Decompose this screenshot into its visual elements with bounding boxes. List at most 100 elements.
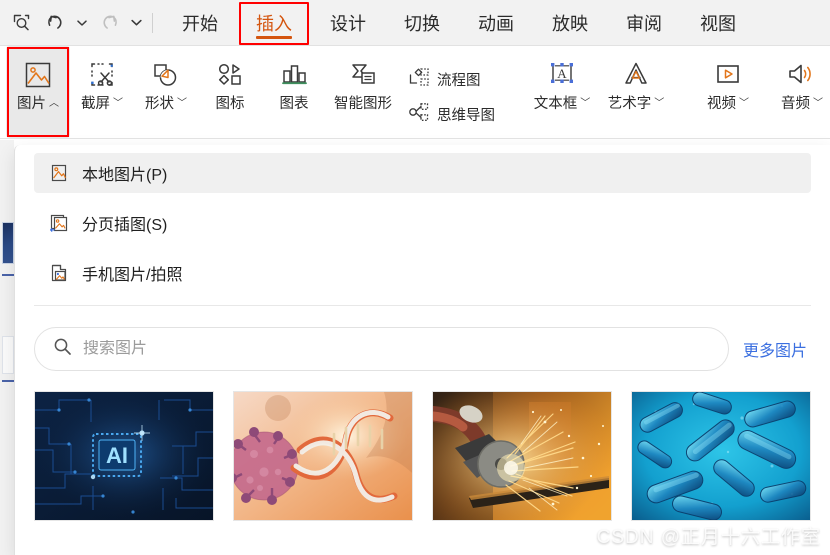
tab-label: 放映 — [552, 13, 588, 34]
quick-access-toolbar — [0, 6, 163, 40]
ribbon-button-audio[interactable]: 音频 ﹀ — [765, 46, 830, 138]
slide-divider-1 — [2, 274, 14, 276]
video-icon — [710, 55, 746, 97]
chart-icon — [277, 55, 311, 97]
ribbon-tabs: 开始 插入 设计 切换 动画 放映 审阅 视图 — [163, 0, 755, 46]
paged-picture-icon — [48, 212, 70, 234]
picture-dropdown-panel: 本地图片(P) 分页插图(S) 手机图片/拍照 搜索图片 更多图片 AI CSD… — [14, 145, 830, 555]
ribbon-button-screenshot[interactable]: 截屏 ﹀ — [70, 46, 134, 138]
tab-start[interactable]: 开始 — [163, 0, 237, 46]
picture-menu: 本地图片(P) 分页插图(S) 手机图片/拍照 — [15, 145, 830, 293]
menu-item-label: 分页插图(S) — [82, 217, 168, 234]
tab-transition[interactable]: 切换 — [385, 0, 459, 46]
shapes-icon — [149, 55, 183, 97]
tab-view[interactable]: 视图 — [681, 0, 755, 46]
ribbon-group-illustrations: 图片 ︿ 截屏 ﹀ 形状 ﹀ 图标 图表 智能图形 流程图 思维导图 — [6, 46, 507, 138]
thumbnail-gallery: AI — [15, 371, 830, 521]
ribbon-group-text: A 文本框 ﹀ 艺术字 ﹀ — [525, 46, 673, 138]
ribbon-button-label: 音频 ﹀ — [781, 96, 823, 112]
menu-item-label: 手机图片/拍照 — [82, 267, 183, 284]
chevron-down-icon: ﹀ — [113, 98, 123, 110]
ribbon-button-chart[interactable]: 图表 — [262, 46, 326, 138]
tab-active-underline — [256, 35, 292, 39]
tab-label: 开始 — [182, 13, 218, 34]
phone-picture-icon — [48, 262, 70, 284]
ribbon-button-label: 图表 — [279, 96, 309, 112]
thumbnail-dna-virus[interactable] — [233, 391, 413, 521]
chevron-down-icon: ﹀ — [177, 98, 187, 110]
picture-icon — [21, 55, 55, 97]
menu-item-paged-picture[interactable]: 分页插图(S) — [34, 203, 811, 243]
svg-text:AI: AI — [106, 443, 128, 468]
smartart-icon — [345, 55, 381, 97]
ribbon-button-flowchart[interactable]: 流程图 — [404, 62, 503, 97]
screenshot-icon — [85, 55, 119, 97]
ribbon-button-label: 图标 — [215, 96, 245, 112]
ribbon-button-label: 形状 ﹀ — [145, 96, 187, 112]
tab-label: 动画 — [478, 13, 514, 34]
chevron-down-icon: ﹀ — [739, 98, 749, 110]
more-images-link[interactable]: 更多图片 — [743, 337, 811, 361]
menu-item-local-picture[interactable]: 本地图片(P) — [34, 153, 811, 193]
slide-thumbnail-light — [2, 336, 14, 374]
ribbon-button-label: 图片 ︿ — [17, 96, 59, 112]
thumbnail-grinding-sparks[interactable] — [432, 391, 612, 521]
ribbon-button-shapes[interactable]: 形状 ﹀ — [134, 46, 198, 138]
search-box[interactable] — [34, 327, 729, 371]
slide-thumbnail-panel-sliver — [0, 140, 14, 555]
ribbon-button-label: 文本框 ﹀ — [533, 96, 591, 112]
tab-review[interactable]: 审阅 — [607, 0, 681, 46]
ribbon-button-video[interactable]: 视频 ﹀ — [691, 46, 765, 138]
menu-item-label: 本地图片(P) — [82, 167, 168, 184]
wps-presentation-window: 开始 插入 设计 切换 动画 放映 审阅 视图 图片 ︿ 截屏 ﹀ 形状 ﹀ 图… — [0, 0, 830, 555]
ribbon-button-icons[interactable]: 图标 — [198, 46, 262, 138]
slide-divider-2 — [2, 380, 14, 382]
chevron-up-icon: ︿ — [49, 98, 59, 110]
ribbon-button-label: 流程图 — [437, 73, 481, 89]
slide-thumbnail-dark — [2, 222, 14, 264]
ribbon-button-mindmap[interactable]: 思维导图 — [404, 97, 503, 132]
tab-label: 审阅 — [626, 13, 662, 34]
tab-label: 视图 — [700, 13, 736, 34]
audio-icon — [784, 55, 820, 97]
thumbnail-ai-circuit[interactable]: AI — [34, 391, 214, 521]
redo-icon — [92, 6, 126, 40]
ribbon-button-label: 视频 ﹀ — [707, 96, 749, 112]
undo-dropdown-chevron-down-icon[interactable] — [72, 6, 92, 40]
tab-slideshow[interactable]: 放映 — [533, 0, 607, 46]
ribbon-button-label: 智能图形 — [334, 96, 392, 112]
ribbon-button-picture[interactable]: 图片 ︿ — [6, 46, 70, 138]
ribbon-button-label: 思维导图 — [437, 108, 495, 124]
tab-design[interactable]: 设计 — [311, 0, 385, 46]
textbox-icon: A — [544, 55, 580, 97]
ribbon-group-media: 视频 ﹀ 音频 ﹀ — [691, 46, 830, 138]
icons-icon — [213, 55, 247, 97]
tab-animation[interactable]: 动画 — [459, 0, 533, 46]
local-picture-icon — [48, 162, 70, 184]
tab-label: 设计 — [330, 13, 366, 34]
menu-item-phone-picture[interactable]: 手机图片/拍照 — [34, 253, 811, 293]
menu-spacer-1 — [34, 193, 811, 203]
qat-more-chevron-down-icon[interactable] — [126, 6, 146, 40]
search-input[interactable] — [83, 340, 710, 358]
ribbon-button-smartart[interactable]: 智能图形 — [326, 46, 400, 138]
tab-insert[interactable]: 插入 — [237, 0, 311, 46]
thumbnail-bacteria[interactable] — [631, 391, 811, 521]
search-row: 更多图片 — [15, 306, 830, 371]
top-bar: 开始 插入 设计 切换 动画 放映 审阅 视图 — [0, 0, 830, 46]
chevron-down-icon: ﹀ — [580, 98, 591, 110]
search-icon — [53, 337, 72, 361]
menu-spacer-2 — [34, 243, 811, 253]
tab-label: 插入 — [256, 13, 292, 34]
find-icon[interactable] — [4, 6, 38, 40]
chevron-down-icon: ﹀ — [654, 98, 665, 110]
chevron-down-icon: ﹀ — [813, 98, 823, 110]
mindmap-icon — [408, 102, 430, 127]
ribbon-button-textbox[interactable]: A 文本框 ﹀ — [525, 46, 599, 138]
undo-icon[interactable] — [38, 6, 72, 40]
ribbon-button-wordart[interactable]: 艺术字 ﹀ — [599, 46, 673, 138]
watermark-text: CSDN @正月十六工作室 — [596, 527, 821, 548]
tab-label: 切换 — [404, 13, 440, 34]
ribbon-button-label: 艺术字 ﹀ — [607, 96, 665, 112]
svg-text:A: A — [557, 66, 567, 81]
